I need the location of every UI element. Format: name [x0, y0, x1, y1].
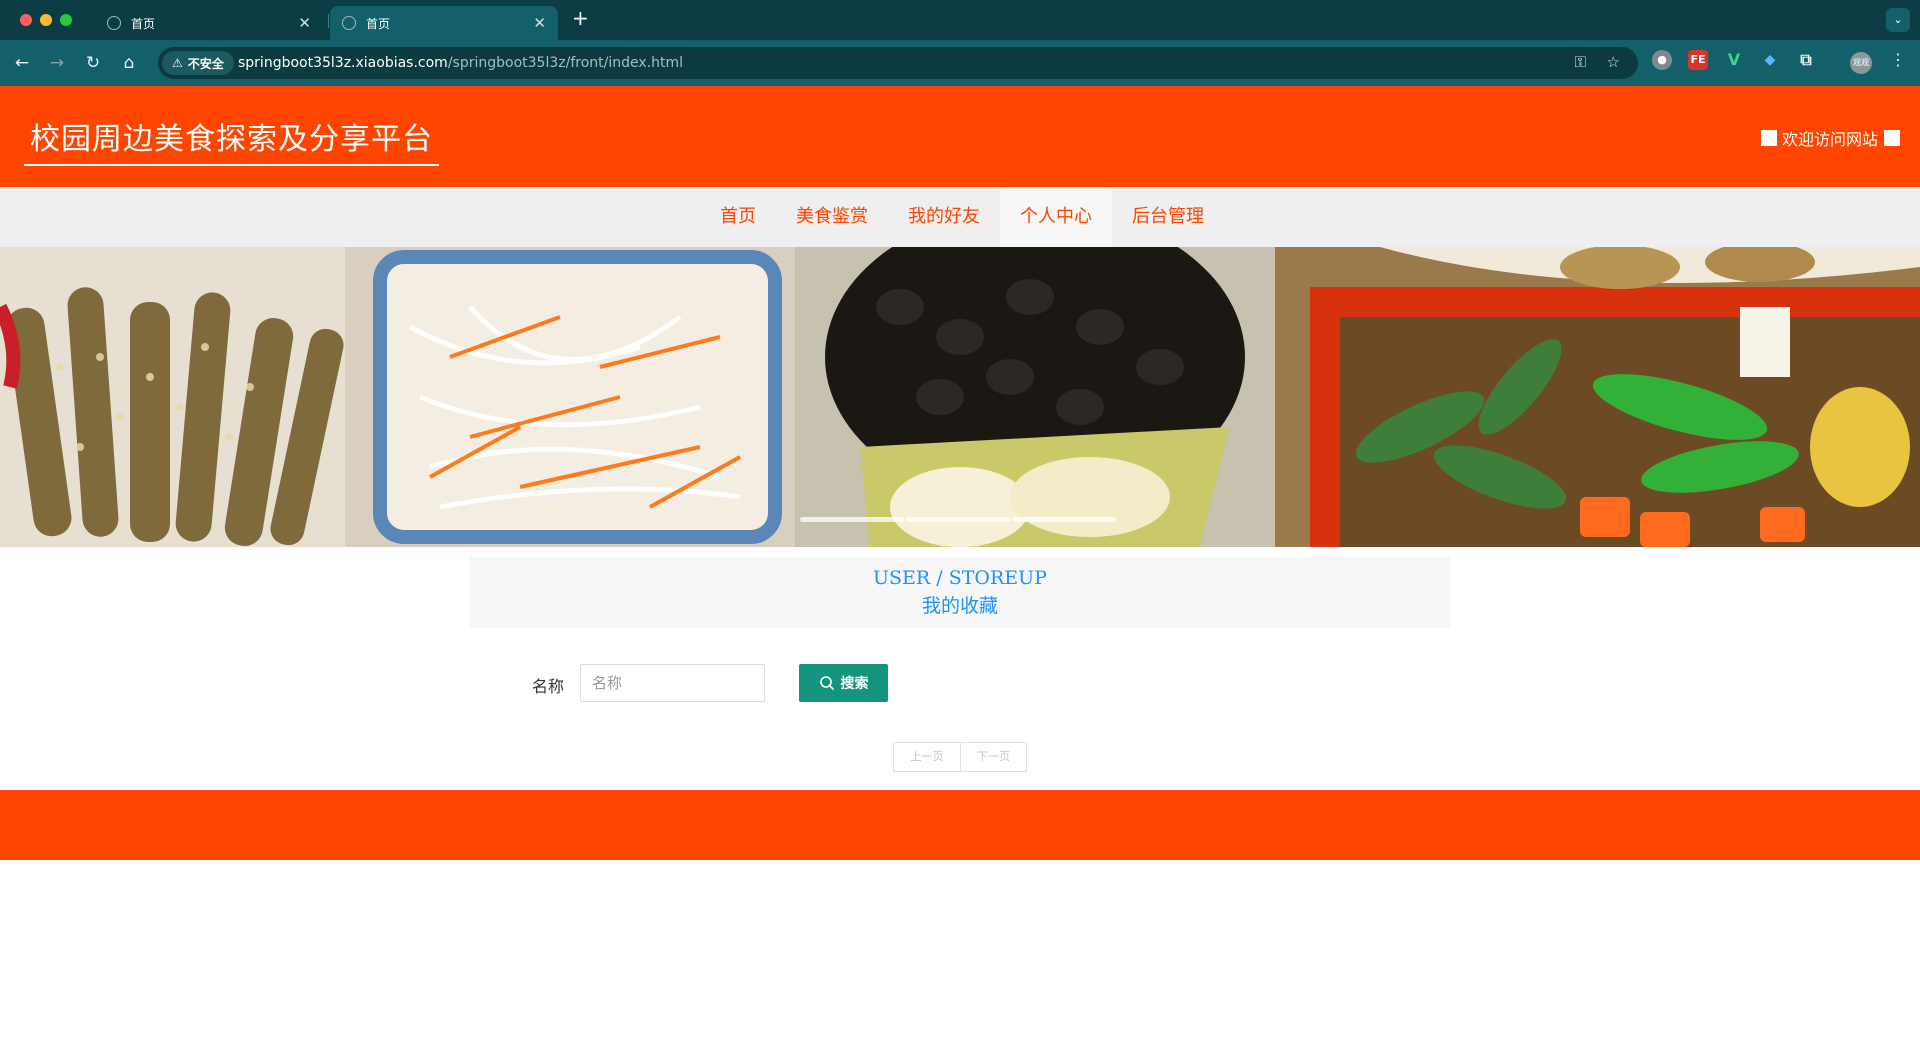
search-button[interactable]: 搜索 [799, 664, 888, 702]
square-icon [1884, 130, 1900, 146]
nav-item-admin[interactable]: 后台管理 [1112, 187, 1224, 247]
welcome-text: 欢迎访问网站 [1781, 130, 1878, 149]
carousel-indicators [800, 517, 1118, 522]
name-search-input[interactable] [580, 664, 765, 702]
globe-icon [342, 16, 356, 30]
welcome-banner: 欢迎访问网站 [1760, 126, 1900, 150]
carousel-indicator-2[interactable] [906, 517, 1010, 522]
next-page-button[interactable]: 下一页 [960, 743, 1026, 771]
site-header: 校园周边美食探索及分享平台 欢迎访问网站 [0, 86, 1920, 187]
browser-tab-1[interactable]: 首页 ✕ [95, 6, 323, 40]
browser-toolbar: ← → ↻ ⌂ ⚠ 不安全 springboot35l3z.xiaobias.c… [0, 40, 1920, 86]
forward-arrow-icon[interactable]: → [44, 50, 70, 76]
tab-search-icon[interactable]: ⌄ [1886, 8, 1910, 32]
prev-page-button[interactable]: 上一页 [894, 743, 960, 771]
carousel-indicator-1[interactable] [800, 517, 904, 522]
search-label: 名称 [532, 677, 565, 696]
food-banner-image [0, 247, 1920, 547]
new-tab-button[interactable]: + [572, 6, 589, 30]
browser-tab-2-active[interactable]: 首页 ✕ [330, 6, 558, 40]
tab-separator [328, 14, 329, 28]
carousel-indicator-3[interactable] [1012, 517, 1116, 522]
security-indicator[interactable]: ⚠ 不安全 [162, 51, 234, 75]
warning-icon: ⚠ [172, 56, 183, 70]
search-icon [819, 676, 834, 691]
profile-avatar[interactable]: 观观 [1850, 52, 1872, 74]
reload-icon[interactable]: ↻ [80, 50, 106, 76]
section-title-cn: 我的收藏 [921, 595, 998, 617]
search-button-label: 搜索 [840, 676, 869, 692]
globe-icon [107, 16, 121, 30]
extension-owl-icon[interactable]: ● [1652, 50, 1672, 70]
extension-fe-icon[interactable]: FE [1688, 50, 1708, 70]
security-label: 不安全 [187, 56, 224, 71]
square-icon [1760, 130, 1777, 146]
maximize-window-button[interactable] [60, 14, 72, 26]
section-title-en: USER / STOREUP [873, 567, 1047, 589]
back-arrow-icon[interactable]: ← [9, 50, 35, 76]
pagination: 上一页 下一页 [893, 742, 1027, 772]
close-window-button[interactable] [20, 14, 32, 26]
nav-item-home[interactable]: 首页 [700, 187, 776, 247]
extensions-puzzle-icon[interactable]: ⧉ [1796, 50, 1816, 70]
url-path: /springboot35l3z/front/index.html [447, 55, 683, 71]
site-footer [0, 790, 1920, 860]
nav-item-my-friends[interactable]: 我的好友 [888, 187, 1000, 247]
close-icon[interactable]: ✕ [533, 14, 546, 32]
main-nav: 首页 美食鉴赏 我的好友 个人中心 后台管理 [0, 187, 1920, 247]
browser-menu-icon[interactable]: ⋮ [1890, 50, 1906, 69]
address-bar[interactable]: ⚠ 不安全 springboot35l3z.xiaobias.com/sprin… [158, 47, 1638, 79]
tab-title: 首页 [366, 16, 391, 31]
browser-tab-strip: 首页 ✕ 首页 ✕ + ⌄ [0, 0, 1920, 40]
close-icon[interactable]: ✕ [298, 14, 311, 32]
minimize-window-button[interactable] [40, 14, 52, 26]
url-text[interactable]: springboot35l3z.xiaobias.com/springboot3… [238, 55, 683, 71]
nav-item-personal-center[interactable]: 个人中心 [1000, 187, 1112, 247]
nav-item-food-appreciation[interactable]: 美食鉴赏 [776, 187, 888, 247]
bookmark-star-icon[interactable]: ☆ [1607, 53, 1620, 71]
banner-carousel[interactable] [0, 247, 1920, 547]
password-key-icon[interactable]: ⚿ [1575, 53, 1586, 71]
tab-title: 首页 [131, 16, 156, 31]
section-title: USER / STOREUP 我的收藏 [470, 557, 1450, 628]
url-host: springboot35l3z.xiaobias.com [238, 55, 448, 71]
site-title[interactable]: 校园周边美食探索及分享平台 [24, 114, 439, 166]
home-icon[interactable]: ⌂ [116, 50, 142, 76]
extension-diamond-icon[interactable]: ◆ [1760, 50, 1780, 70]
extension-vue-icon[interactable]: V [1724, 50, 1744, 70]
